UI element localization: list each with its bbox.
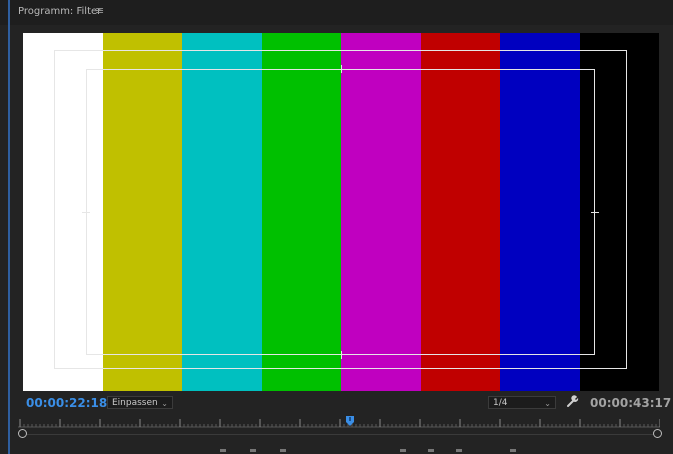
chevron-down-icon: ⌄ <box>544 399 551 408</box>
color-bar-red <box>420 33 500 391</box>
playback-resolution-value: 1/4 <box>493 398 508 408</box>
transport-button[interactable] <box>280 449 286 452</box>
playhead[interactable] <box>346 416 354 426</box>
color-bar-black <box>579 33 659 391</box>
duration-timecode: 00:00:43:17 <box>590 396 672 410</box>
color-bar-yellow <box>102 33 182 391</box>
zoom-scroll-handle-start[interactable] <box>18 429 27 438</box>
transport-button[interactable] <box>456 449 462 452</box>
transport-button[interactable] <box>400 449 406 452</box>
color-bar-cyan <box>182 33 262 391</box>
zoom-scroll-track[interactable] <box>22 434 658 435</box>
wrench-icon[interactable] <box>566 394 580 408</box>
current-timecode[interactable]: 00:00:22:18 <box>26 396 107 410</box>
color-bar-green <box>261 33 341 391</box>
zoom-level-value: Einpassen <box>112 398 158 408</box>
chevron-down-icon: ⌄ <box>161 399 168 408</box>
zoom-scroll-handle-end[interactable] <box>653 429 662 438</box>
transport-button[interactable] <box>220 449 226 452</box>
transport-controls <box>220 447 520 454</box>
transport-button[interactable] <box>250 449 256 452</box>
color-bar-white <box>23 33 103 391</box>
program-monitor-viewer[interactable] <box>23 33 659 391</box>
transport-button[interactable] <box>428 449 434 452</box>
transport-button[interactable] <box>510 449 516 452</box>
color-bar-blue <box>500 33 580 391</box>
panel-title[interactable]: Programm: Filter <box>18 6 101 17</box>
zoom-level-select[interactable]: Einpassen ⌄ <box>107 396 173 409</box>
time-ruler[interactable] <box>18 416 660 430</box>
panel-focus-border <box>8 0 10 454</box>
hamburger-icon[interactable]: ≡ <box>95 4 104 17</box>
playback-resolution-select[interactable]: 1/4 ⌄ <box>488 396 556 409</box>
color-bar-magenta <box>341 33 421 391</box>
